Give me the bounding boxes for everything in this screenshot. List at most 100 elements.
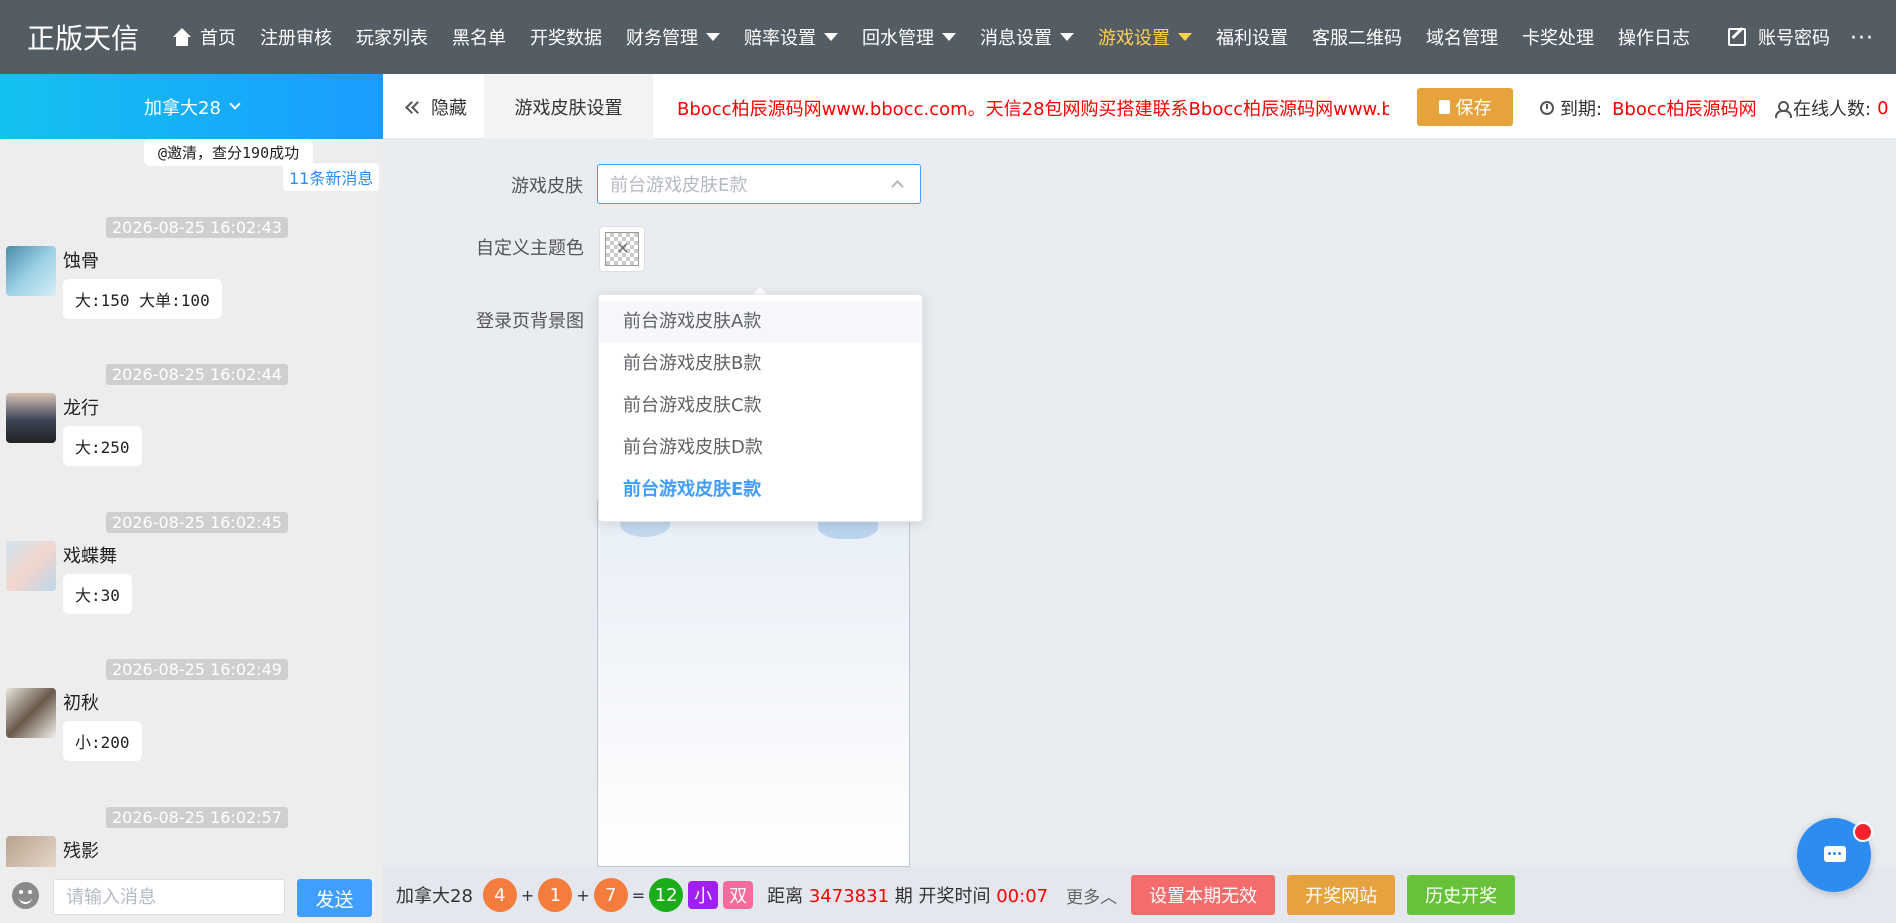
nav-item-label: 域名管理 [1426, 28, 1498, 49]
avatar [6, 393, 56, 443]
caret-down-icon [942, 33, 956, 41]
nav-item-label: 福利设置 [1216, 28, 1288, 49]
send-button[interactable]: 发送 [297, 879, 372, 917]
draw-history-button[interactable]: 历史开奖 [1407, 875, 1516, 915]
message-username: 初秋 [63, 693, 99, 714]
dropdown-option[interactable]: 前台游戏皮肤B款 [599, 343, 922, 385]
game-name: 加拿大28 [396, 886, 473, 907]
expiry-label: 到期: [1560, 99, 1603, 120]
new-messages-badge[interactable]: 11条新消息 [283, 163, 380, 191]
avatar [6, 541, 56, 591]
skin-select[interactable]: 前台游戏皮肤E款 [597, 164, 921, 204]
message-username: 戏蝶舞 [63, 546, 117, 567]
chevron-up-icon [891, 180, 904, 193]
nav-item-label: 注册审核 [260, 28, 332, 49]
dropdown-option[interactable]: 前台游戏皮肤D款 [599, 427, 922, 469]
floating-chat-button[interactable] [1797, 818, 1873, 892]
size-tag: 小 [688, 881, 719, 909]
message-bubble: 大:150 大单:100 [63, 279, 222, 319]
dropdown-option[interactable]: 前台游戏皮肤A款 [599, 301, 922, 343]
double-chevron-left-icon [405, 101, 421, 113]
caret-down-icon [824, 33, 838, 41]
theme-color-picker[interactable] [599, 226, 645, 272]
draw-status-bar: 加拿大28 4 + 1 + 7 = 12 小 双 距离 3473831 期 开奖… [383, 867, 1896, 923]
dropdown-option[interactable]: 前台游戏皮肤C款 [599, 385, 922, 427]
chat-message-input[interactable] [53, 879, 285, 915]
draw-ball: 4 [482, 878, 517, 912]
chat-room-selector[interactable]: 加拿大28 [0, 74, 383, 139]
save-label: 保存 [1455, 98, 1492, 118]
top-navbar: 正版天信 首页 注册审核 玩家列表 黑名单 开奖数据 财务管理 赔率设置 回水管… [0, 0, 1896, 74]
login-bg-label: 登录页背景图 [476, 311, 584, 332]
more-label: 更多 [1066, 887, 1101, 908]
avatar [6, 688, 56, 738]
nav-item-stuck-draw[interactable]: 卡奖处理 [1510, 0, 1606, 74]
message-username: 残影 [63, 841, 99, 862]
nav-item-home[interactable]: 首页 [160, 0, 248, 74]
announcement-marquee: Bbocc柏辰源码网www.bbocc.com。天信28包网购买搭建联系Bboc… [677, 99, 1389, 120]
nav-item-message-settings[interactable]: 消息设置 [968, 0, 1086, 74]
save-button[interactable]: 保存 [1417, 88, 1513, 126]
caret-down-icon [1060, 33, 1074, 41]
message-timestamp: 2026-08-25 16:02:43 [106, 217, 288, 238]
theme-color-label: 自定义主题色 [476, 238, 584, 259]
dropdown-option-selected[interactable]: 前台游戏皮肤E款 [599, 469, 922, 511]
message-timestamp: 2026-08-25 16:02:44 [106, 364, 288, 385]
caret-down-icon [706, 33, 720, 41]
chevron-down-icon [229, 97, 241, 110]
user-icon [1775, 101, 1792, 118]
chat-input-bar: 发送 [0, 867, 383, 923]
system-message: @邀清，查分190成功 [144, 139, 314, 166]
login-background-preview[interactable] [597, 500, 910, 867]
emoji-icon[interactable] [12, 882, 39, 909]
skin-select-value: 前台游戏皮肤E款 [610, 175, 748, 196]
nav-menu: 首页 注册审核 玩家列表 黑名单 开奖数据 财务管理 赔率设置 回水管理 消息设… [160, 0, 1842, 74]
nav-item-rebate[interactable]: 回水管理 [850, 0, 968, 74]
nav-item-label: 玩家列表 [356, 28, 428, 49]
nav-item-label: 消息设置 [980, 28, 1052, 49]
hide-label: 隐藏 [431, 97, 467, 119]
nav-item-label: 操作日志 [1618, 28, 1690, 49]
nav-item-player-list[interactable]: 玩家列表 [344, 0, 440, 74]
nav-item-draw-data[interactable]: 开奖数据 [518, 0, 614, 74]
nav-item-label: 财务管理 [626, 28, 698, 49]
hide-sidebar-button[interactable]: 隐藏 [405, 74, 467, 139]
nav-item-account-password[interactable]: 账号密码 [1716, 0, 1842, 74]
nav-item-service-qrcode[interactable]: 客服二维码 [1300, 0, 1414, 74]
draw-ball: 1 [538, 878, 573, 912]
draw-website-button[interactable]: 开奖网站 [1287, 875, 1396, 915]
set-period-invalid-button[interactable]: 设置本期无效 [1131, 875, 1276, 915]
nav-item-operation-log[interactable]: 操作日志 [1606, 0, 1702, 74]
tab-game-skin-settings[interactable]: 游戏皮肤设置 [484, 74, 653, 139]
message-timestamp: 2026-08-25 16:02:49 [106, 659, 288, 680]
avatar [6, 246, 56, 296]
message-username: 蚀骨 [63, 251, 99, 272]
message-timestamp: 2026-08-25 16:02:45 [106, 512, 288, 533]
parity-tag: 双 [723, 881, 754, 909]
message-bubble: 大:250 [63, 426, 142, 466]
nav-item-finance[interactable]: 财务管理 [614, 0, 732, 74]
notification-dot [1853, 822, 1873, 842]
chat-message-list[interactable]: @邀清，查分190成功 11条新消息 2026-08-25 16:02:43 蚀… [0, 139, 383, 867]
nav-item-blacklist[interactable]: 黑名单 [440, 0, 518, 74]
nav-item-welfare[interactable]: 福利设置 [1204, 0, 1300, 74]
nav-item-label: 首页 [200, 28, 236, 49]
nav-item-label: 黑名单 [452, 28, 506, 49]
timer-icon [1540, 101, 1554, 115]
nav-item-label: 卡奖处理 [1522, 28, 1594, 49]
nav-item-game-settings[interactable]: 游戏设置 [1086, 0, 1204, 74]
home-icon [172, 28, 192, 46]
expiry-info: 到期: Bbocc柏辰源码网 [1540, 95, 1757, 121]
nav-item-odds[interactable]: 赔率设置 [732, 0, 850, 74]
more-icon[interactable]: ··· [1850, 26, 1874, 51]
plus-sign: + [520, 885, 535, 905]
nav-item-domain[interactable]: 域名管理 [1414, 0, 1510, 74]
nav-item-register-review[interactable]: 注册审核 [248, 0, 344, 74]
caret-down-icon [1178, 33, 1192, 41]
message-bubble: 大:30 [63, 574, 132, 614]
empty-color-swatch [605, 232, 639, 266]
chat-room-name: 加拿大28 [144, 97, 221, 119]
avatar [6, 836, 56, 867]
nav-item-label: 回水管理 [862, 28, 934, 49]
more-link[interactable]: 更多︿ [1066, 883, 1117, 908]
